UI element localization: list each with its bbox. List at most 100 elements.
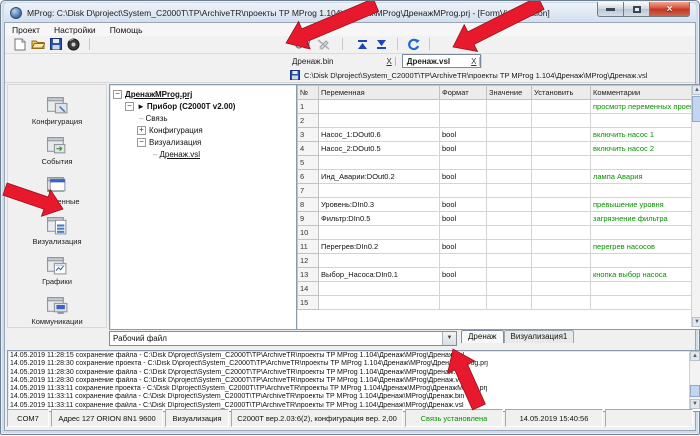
sidebar-item-2[interactable]: Переменные — [34, 175, 79, 206]
format-cell[interactable]: bool — [440, 142, 487, 156]
format-cell[interactable]: bool — [440, 268, 487, 282]
value-cell[interactable] — [487, 100, 532, 114]
value-cell[interactable] — [487, 226, 532, 240]
scroll-thumb[interactable] — [692, 96, 700, 122]
close-button[interactable]: × — [650, 2, 690, 17]
grid-scrollbar[interactable]: ▲ ▼ — [691, 85, 700, 327]
workfile-combobox[interactable]: Рабочий файл ▼ — [109, 331, 457, 346]
variable-cell[interactable]: Уровень:DIn0.3 — [319, 198, 440, 212]
set-cell[interactable] — [532, 128, 591, 142]
format-cell[interactable]: bool — [440, 170, 487, 184]
tree-node-device[interactable]: − ► Прибор (C2000T v2.00) — [113, 100, 296, 112]
set-cell[interactable] — [532, 254, 591, 268]
menu-item-1[interactable]: Настройки — [54, 25, 96, 35]
comment-cell[interactable]: включить насос 1 — [591, 128, 700, 142]
value-cell[interactable] — [487, 128, 532, 142]
file-tab-bin-close[interactable]: X — [383, 57, 395, 66]
set-cell[interactable] — [532, 100, 591, 114]
variable-cell[interactable]: Насос_1:DOut0.6 — [319, 128, 440, 142]
bottom-tab-1[interactable]: Визуализация1 — [504, 330, 575, 343]
variable-cell[interactable] — [319, 254, 440, 268]
set-cell[interactable] — [532, 170, 591, 184]
refresh-button[interactable] — [405, 37, 422, 51]
comment-cell[interactable]: просмотр переменных проекта Дренаж — [591, 100, 700, 114]
project-build-button[interactable] — [65, 37, 82, 51]
format-cell[interactable] — [440, 254, 487, 268]
comment-cell[interactable] — [591, 184, 700, 198]
variable-cell[interactable] — [319, 184, 440, 198]
file-tab-bin[interactable]: Дренаж.bin X — [288, 57, 396, 66]
file-tab-vsl-close[interactable]: X — [468, 57, 480, 66]
expand-icon[interactable]: + — [137, 126, 146, 135]
comment-cell[interactable]: кнопка выбор насоса — [591, 268, 700, 282]
view-variables-button[interactable] — [294, 37, 311, 51]
comment-cell[interactable] — [591, 226, 700, 240]
scroll-thumb[interactable] — [690, 385, 700, 397]
sidebar-item-4[interactable]: Графики — [42, 255, 72, 286]
value-cell[interactable] — [487, 240, 532, 254]
format-cell[interactable] — [440, 184, 487, 198]
maximize-button[interactable] — [624, 2, 650, 17]
tree-node-visualization[interactable]: − Визуализация — [113, 136, 296, 148]
scroll-up-icon[interactable]: ▲ — [690, 351, 700, 361]
format-cell[interactable] — [440, 114, 487, 128]
bottom-tab-0[interactable]: Дренаж — [461, 330, 504, 343]
move-top-button[interactable] — [354, 37, 371, 51]
comment-cell[interactable] — [591, 254, 700, 268]
variable-cell[interactable]: Выбор_Насоса:DIn0.1 — [319, 268, 440, 282]
format-cell[interactable]: bool — [440, 240, 487, 254]
value-cell[interactable] — [487, 170, 532, 184]
comment-cell[interactable] — [591, 114, 700, 128]
new-file-button[interactable] — [11, 37, 28, 51]
tree-node-link[interactable]: – Связь — [113, 112, 296, 124]
set-cell[interactable] — [532, 212, 591, 226]
value-cell[interactable] — [487, 282, 532, 296]
format-cell[interactable] — [440, 226, 487, 240]
sidebar-item-5[interactable]: Коммуникации — [31, 295, 82, 326]
menu-item-2[interactable]: Помощь — [110, 25, 143, 35]
open-file-button[interactable] — [29, 37, 46, 51]
collapse-icon[interactable]: − — [113, 90, 122, 99]
comment-cell[interactable]: перегрев насосов — [591, 240, 700, 254]
set-cell[interactable] — [532, 226, 591, 240]
collapse-icon[interactable]: − — [137, 138, 146, 147]
variable-cell[interactable] — [319, 100, 440, 114]
format-cell[interactable] — [440, 296, 487, 310]
value-cell[interactable] — [487, 142, 532, 156]
variable-cell[interactable]: Насос_2:DOut0.5 — [319, 142, 440, 156]
tree-node-configuration[interactable]: + Конфигурация — [113, 124, 296, 136]
tree-node-project[interactable]: − ДренажMProg.prj — [113, 88, 296, 100]
sidebar-item-1[interactable]: События — [42, 135, 73, 166]
value-cell[interactable] — [487, 198, 532, 212]
value-cell[interactable] — [487, 296, 532, 310]
comment-cell[interactable] — [591, 296, 700, 310]
minimize-button[interactable] — [597, 2, 624, 17]
variable-cell[interactable]: Фильтр:DIn0.5 — [319, 212, 440, 226]
set-cell[interactable] — [532, 282, 591, 296]
log-scrollbar[interactable]: ▲ ▼ — [689, 351, 700, 409]
collapse-icon[interactable]: − — [125, 102, 134, 111]
format-cell[interactable] — [440, 282, 487, 296]
value-cell[interactable] — [487, 212, 532, 226]
tree-node-vsl-file[interactable]: – Дренаж.vsl — [113, 148, 296, 160]
scroll-down-icon[interactable]: ▼ — [692, 317, 700, 327]
variable-cell[interactable]: Инд_Аварии:DOut0.2 — [319, 170, 440, 184]
set-cell[interactable] — [532, 184, 591, 198]
format-cell[interactable] — [440, 100, 487, 114]
set-cell[interactable] — [532, 142, 591, 156]
set-cell[interactable] — [532, 240, 591, 254]
combo-dropdown-icon[interactable]: ▼ — [442, 332, 456, 345]
comment-cell[interactable]: загрязнение фильтра — [591, 212, 700, 226]
set-cell[interactable] — [532, 198, 591, 212]
variable-cell[interactable] — [319, 226, 440, 240]
variable-cell[interactable]: Перегрев:DIn0.2 — [319, 240, 440, 254]
comment-cell[interactable] — [591, 156, 700, 170]
comment-cell[interactable]: включить насос 2 — [591, 142, 700, 156]
comment-cell[interactable]: превышение уровня — [591, 198, 700, 212]
value-cell[interactable] — [487, 254, 532, 268]
variable-cell[interactable] — [319, 282, 440, 296]
sidebar-item-0[interactable]: Конфигурация — [32, 95, 82, 126]
set-cell[interactable] — [532, 296, 591, 310]
variable-cell[interactable] — [319, 296, 440, 310]
value-cell[interactable] — [487, 184, 532, 198]
